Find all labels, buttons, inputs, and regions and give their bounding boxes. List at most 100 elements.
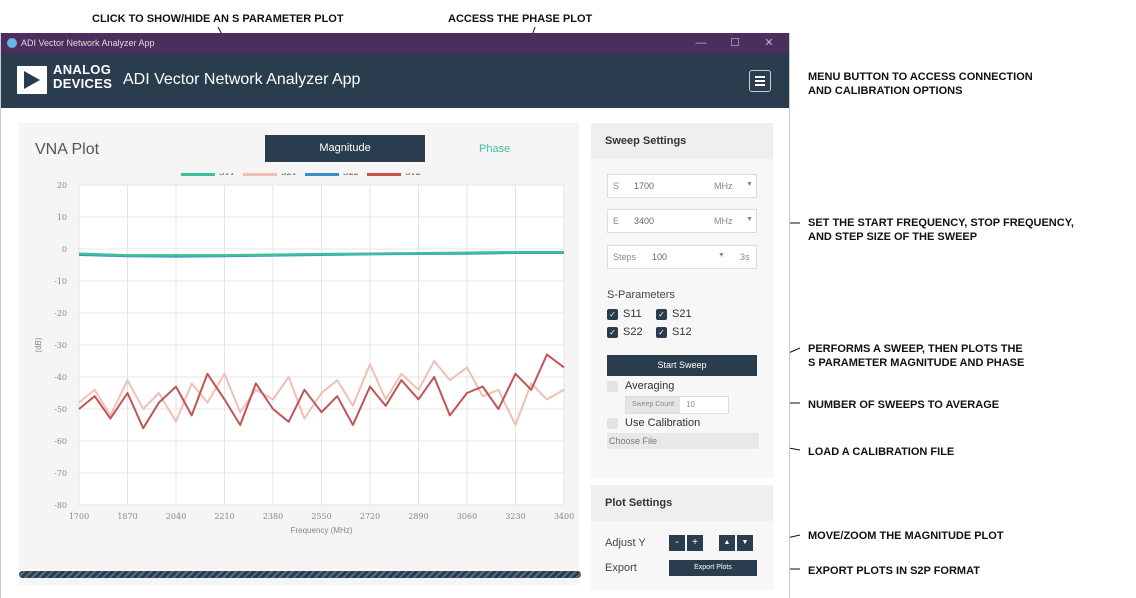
plot-settings-title: Plot Settings (605, 497, 673, 509)
x-tick-label: 3400 (554, 512, 574, 521)
start-unit: MHz (714, 181, 733, 191)
sweep-count-field[interactable]: Sweep Count 10 (625, 396, 729, 414)
maximize-icon[interactable]: ☐ (725, 35, 745, 51)
sweep-time: 3s (740, 252, 750, 262)
x-tick-label: 2720 (360, 512, 380, 521)
horizontal-scrollbar[interactable] (19, 571, 581, 578)
y-tick-label: 20 (57, 181, 67, 190)
analog-devices-logo-icon (17, 66, 47, 94)
start-sweep-button[interactable]: Start Sweep (607, 355, 757, 376)
y-axis-label: (dB) (34, 337, 43, 352)
sweep-settings-panel: Sweep Settings S 1700 MHz ▼ E 3400 MHz ▼… (591, 123, 773, 478)
menu-icon-bar (755, 84, 765, 86)
averaging-label: Averaging (625, 380, 675, 392)
sweep-count-value: 10 (686, 400, 695, 409)
menu-button[interactable] (749, 70, 771, 92)
logo-text: ANALOG DEVICES (53, 63, 112, 91)
plot-settings-panel: Plot Settings Adjust Y - + ▲ ▼ Export Ex… (591, 485, 773, 590)
x-tick-label: 2040 (166, 512, 186, 521)
sweep-settings-header: Sweep Settings (591, 123, 773, 159)
move-down-button[interactable]: ▼ (737, 535, 753, 551)
legend-label-s11: S11 (219, 173, 235, 177)
x-tick-label: 2550 (311, 512, 331, 521)
logo-line-1: ANALOG (53, 62, 112, 77)
plot-panel: VNA Plot Magnitude Phase 20 10 0 -10 -20 -30 -… (19, 123, 579, 585)
x-tick-label: 2890 (408, 512, 428, 521)
app-header: ANALOG DEVICES ADI Vector Network Analyz… (1, 53, 789, 108)
sparam-s11-label: S11 (623, 308, 642, 320)
check-icon: ✓ (656, 327, 667, 338)
tab-magnitude[interactable]: Magnitude (265, 135, 425, 162)
x-axis-label: Frequency (MHz) (291, 526, 353, 535)
menu-icon-bar (755, 80, 765, 82)
end-frequency-value: 3400 (634, 216, 655, 226)
y-tick-label: 0 (62, 245, 67, 254)
plot-settings-header: Plot Settings (591, 485, 773, 521)
chevron-down-icon[interactable]: ▼ (718, 252, 725, 259)
close-icon[interactable]: ✕ (759, 35, 779, 51)
zoom-in-button[interactable]: + (687, 535, 703, 551)
check-icon: ✓ (607, 309, 618, 320)
steps-value: 100 (652, 252, 668, 262)
check-icon: ✓ (656, 309, 667, 320)
sparams-label: S-Parameters (607, 289, 675, 301)
y-tick-label: -60 (54, 437, 67, 446)
y-tick-label: -50 (54, 405, 67, 414)
x-tick-label: 3060 (457, 512, 477, 521)
y-tick-label: 10 (57, 213, 67, 222)
chevron-down-icon[interactable]: ▼ (746, 216, 753, 223)
window-titlebar: ADI Vector Network Analyzer App — ☐ ✕ (1, 33, 789, 53)
start-prefix: S (613, 181, 620, 191)
plot-title: VNA Plot (35, 141, 100, 158)
zoom-out-button[interactable]: - (669, 535, 685, 551)
use-calibration-label: Use Calibration (625, 417, 701, 429)
use-calibration-checkbox[interactable] (607, 418, 618, 429)
x-tick-label: 1700 (69, 512, 89, 521)
sparam-s21-label: S21 (672, 308, 692, 320)
end-prefix: E (613, 216, 620, 226)
y-tick-label: -80 (54, 501, 67, 510)
app-window: ADI Vector Network Analyzer App — ☐ ✕ AN… (0, 33, 790, 598)
check-icon: ✓ (607, 327, 618, 338)
choose-file-button[interactable]: Choose File (607, 433, 759, 449)
steps-field[interactable]: Steps 100 ▼ 3s (607, 245, 757, 269)
end-frequency-field[interactable]: E 3400 MHz ▼ (607, 209, 757, 233)
menu-icon (755, 76, 765, 78)
move-up-button[interactable]: ▲ (719, 535, 735, 551)
vna-chart: 20 10 0 -10 -20 -30 -40 -50 -60 -70 -801700 1870 204… (34, 173, 574, 535)
sparam-s22-label: S22 (623, 326, 643, 338)
x-tick-label: 2210 (214, 512, 234, 521)
window-title: ADI Vector Network Analyzer App (21, 38, 155, 48)
y-tick-label: -10 (54, 277, 67, 286)
legend-label-s21: S21 (281, 173, 297, 177)
legend-swatch-s22 (305, 173, 339, 176)
x-tick-label: 1870 (117, 512, 137, 521)
x-tick-label: 3230 (505, 512, 525, 521)
averaging-checkbox[interactable] (607, 381, 618, 392)
logo-line-2: DEVICES (53, 76, 113, 91)
tab-phase[interactable]: Phase (479, 143, 510, 155)
legend-label-s12: S12 (405, 173, 421, 177)
x-tick-label: 2380 (263, 512, 283, 521)
chevron-down-icon[interactable]: ▼ (746, 181, 753, 188)
app-title: ADI Vector Network Analyzer App (123, 71, 361, 88)
adjust-y-label: Adjust Y (605, 537, 646, 549)
start-frequency-value: 1700 (634, 181, 655, 191)
start-frequency-field[interactable]: S 1700 MHz ▼ (607, 174, 757, 198)
minimize-icon[interactable]: — (691, 35, 711, 51)
y-tick-label: -70 (54, 469, 67, 478)
y-tick-label: -40 (54, 373, 67, 382)
legend-swatch-s21 (243, 173, 277, 176)
export-plots-button[interactable]: Export Plots (669, 560, 757, 576)
y-tick-label: -20 (54, 309, 67, 318)
y-tick-label: -30 (54, 341, 67, 350)
steps-prefix: Steps (613, 252, 637, 262)
legend-swatch-s12 (367, 173, 401, 176)
legend-swatch-s11 (181, 173, 215, 176)
sweep-settings-title: Sweep Settings (605, 135, 687, 147)
sparam-s12-label: S12 (672, 326, 692, 338)
end-unit: MHz (714, 216, 733, 226)
export-label: Export (605, 562, 637, 574)
app-icon (7, 38, 17, 48)
legend-label-s22: S22 (343, 173, 359, 177)
